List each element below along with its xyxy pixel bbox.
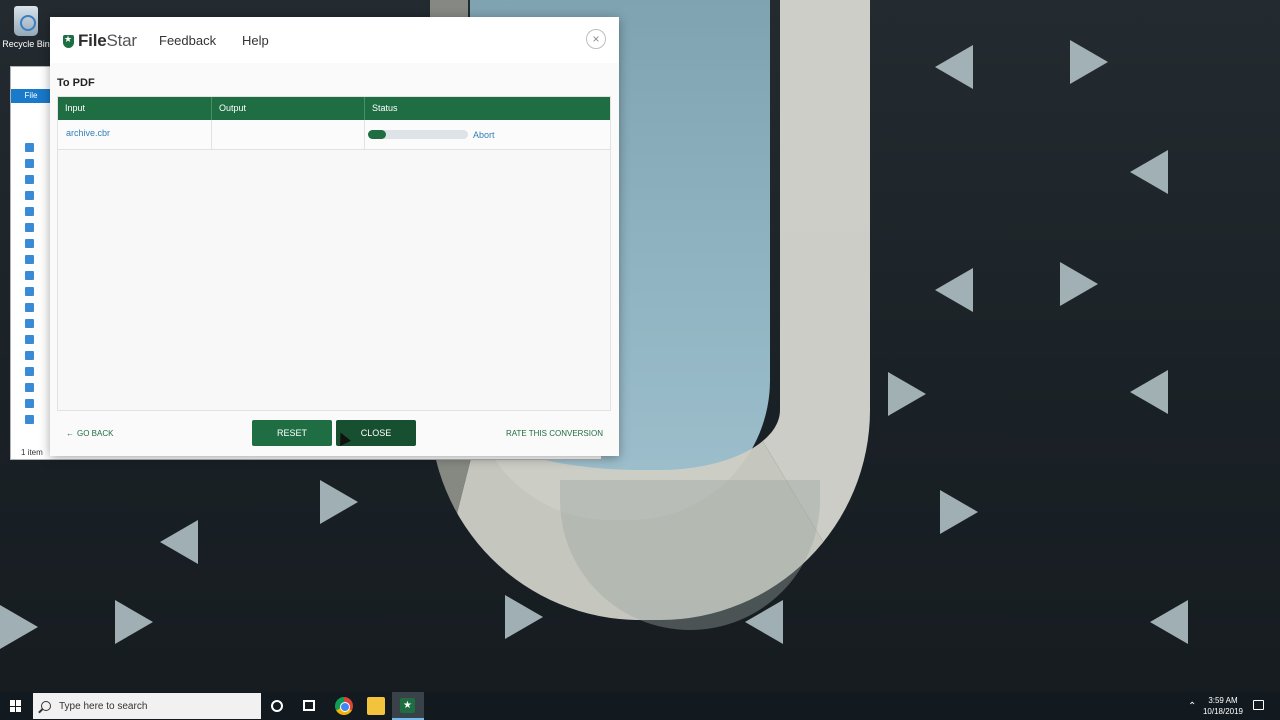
filestar-icon: ★ xyxy=(400,698,415,713)
search-icon xyxy=(41,701,51,711)
table-row: archive.cbr Abort xyxy=(58,120,610,150)
taskbar-clock[interactable]: 3:59 AM 10/18/2019 xyxy=(1200,695,1246,717)
wallpaper-triangle xyxy=(0,605,38,649)
input-file-link[interactable]: archive.cbr xyxy=(66,128,110,138)
start-button[interactable] xyxy=(0,692,32,720)
filestar-logo: FileStar xyxy=(63,31,137,51)
recycle-bin-icon xyxy=(14,6,38,36)
search-placeholder: Type here to search xyxy=(59,700,148,712)
wallpaper-triangle xyxy=(1070,40,1108,84)
progress-fill xyxy=(368,130,386,139)
wallpaper-triangle xyxy=(115,600,153,644)
dialog-footer: ← GO BACK RESET CLOSE RATE THIS CONVERSI… xyxy=(50,417,619,449)
conversion-progress-bar xyxy=(368,130,468,139)
taskbar-search-box[interactable]: Type here to search xyxy=(33,693,261,719)
taskbar: Type here to search ★ ⌃ 3:59 AM 10/18/20… xyxy=(0,692,1280,720)
rate-conversion-link[interactable]: RATE THIS CONVERSION xyxy=(506,429,603,438)
nav-help[interactable]: Help xyxy=(242,33,269,48)
column-header-input: Input xyxy=(58,97,212,120)
wallpaper-triangle xyxy=(935,45,973,89)
wallpaper-triangle xyxy=(320,480,358,524)
go-back-label: GO BACK xyxy=(77,429,114,438)
reset-button[interactable]: RESET xyxy=(252,420,332,446)
wallpaper-triangle xyxy=(160,520,198,564)
notification-icon[interactable] xyxy=(1253,700,1264,710)
wallpaper-triangle xyxy=(505,595,543,639)
wallpaper-triangle xyxy=(1060,262,1098,306)
close-icon[interactable]: × xyxy=(586,29,606,49)
chrome-icon[interactable] xyxy=(335,697,353,715)
recycle-bin-label: Recycle Bin xyxy=(2,39,50,49)
wallpaper-triangle xyxy=(888,372,926,416)
cell-status: Abort xyxy=(365,120,610,150)
conversion-table: Input Output Status archive.cbr Abort xyxy=(57,96,611,411)
windows-start-icon xyxy=(10,700,22,712)
arrow-left-icon: ← xyxy=(66,429,74,438)
filestar-logo-icon xyxy=(63,34,74,48)
wallpaper-triangle xyxy=(1130,150,1168,194)
go-back-button[interactable]: ← GO BACK xyxy=(66,429,113,438)
explorer-file-tab[interactable]: File xyxy=(15,89,47,103)
wallpaper-triangle xyxy=(935,268,973,312)
filestar-logo-text: FileStar xyxy=(78,31,137,50)
clock-time: 3:59 AM xyxy=(1208,696,1238,705)
clock-date: 10/18/2019 xyxy=(1202,707,1244,716)
cell-output xyxy=(212,120,365,150)
wallpaper-triangle xyxy=(745,600,783,644)
filestar-taskbar-button[interactable]: ★ xyxy=(392,692,424,720)
column-header-status: Status xyxy=(372,103,398,113)
cortana-icon[interactable] xyxy=(271,700,283,712)
cell-input: archive.cbr xyxy=(58,120,212,150)
section-title: To PDF xyxy=(57,77,95,89)
dialog-header: FileStar Feedback Help × xyxy=(50,17,619,63)
explorer-status-bar: 1 item xyxy=(21,448,43,457)
recycle-bin[interactable]: Recycle Bin xyxy=(2,6,50,49)
wallpaper-triangle xyxy=(1130,370,1168,414)
table-header: Input Output Status xyxy=(58,97,610,120)
file-explorer-icon[interactable] xyxy=(367,697,385,715)
wallpaper-triangle xyxy=(1150,600,1188,644)
chevron-up-icon[interactable]: ⌃ xyxy=(1188,701,1196,712)
column-header-output: Output xyxy=(212,97,365,120)
wallpaper-triangle xyxy=(940,490,978,534)
abort-link[interactable]: Abort xyxy=(473,120,495,150)
task-view-icon[interactable] xyxy=(303,700,315,711)
filestar-dialog: FileStar Feedback Help × To PDF Input Ou… xyxy=(50,17,619,456)
nav-feedback[interactable]: Feedback xyxy=(159,33,216,48)
